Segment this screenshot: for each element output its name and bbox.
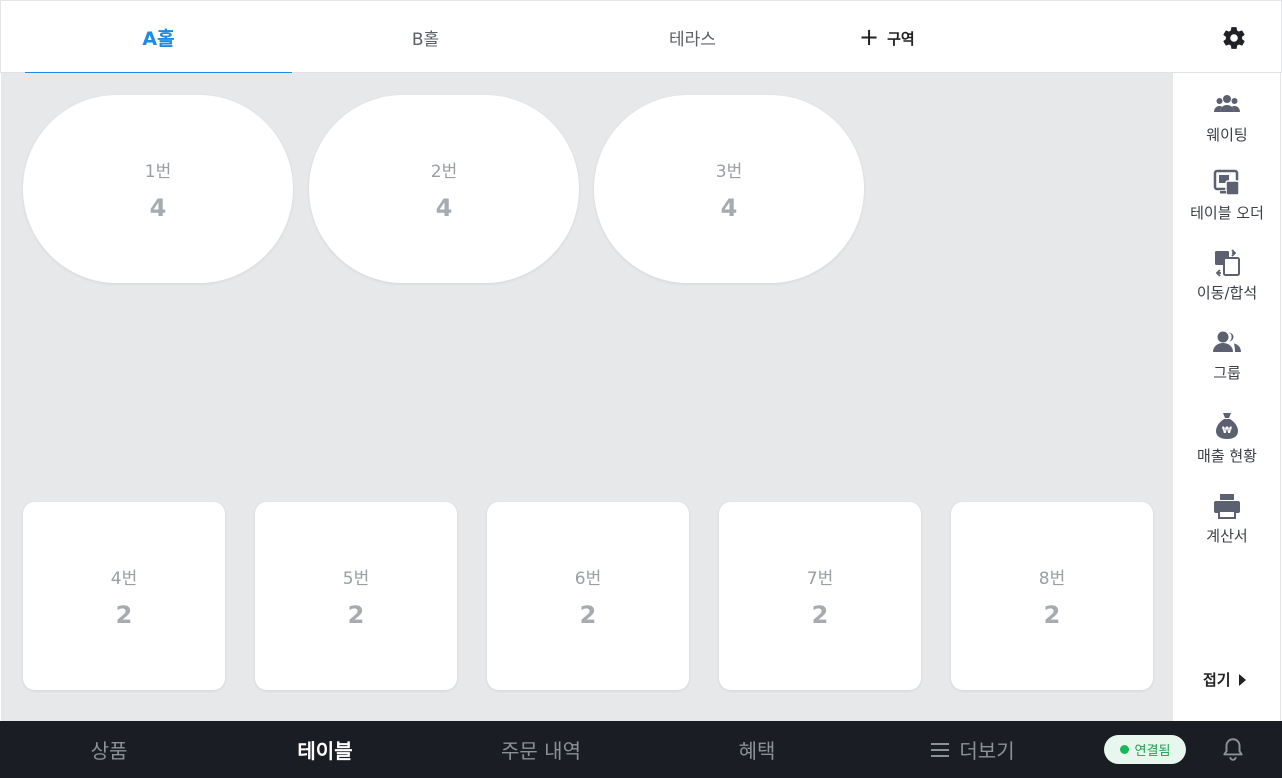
- table-seats: 4: [435, 193, 453, 222]
- table-2[interactable]: 2번 4: [309, 95, 579, 283]
- sidebar-item-sales[interactable]: ₩ 매출 현황: [1173, 411, 1281, 477]
- bottom-navigation: 상품 테이블 주문 내역 혜택 더보기 연결됨: [0, 721, 1282, 778]
- sidebar-item-waiting[interactable]: 웨이팅: [1173, 90, 1281, 156]
- table-seats: 4: [720, 193, 738, 222]
- table-4[interactable]: 4번 2: [23, 502, 225, 690]
- sidebar-item-group[interactable]: 그룹: [1173, 328, 1281, 394]
- tab-terrace[interactable]: 테라스: [559, 1, 826, 73]
- table-seats: 2: [347, 600, 365, 629]
- menu-icon: [931, 742, 950, 757]
- group-icon: [1213, 331, 1241, 352]
- collapse-label: 접기: [1203, 671, 1231, 689]
- sidebar-item-label: 매출 현황: [1197, 447, 1257, 465]
- people-icon: [1214, 95, 1240, 112]
- table-5[interactable]: 5번 2: [255, 502, 457, 690]
- table-order-icon: [1213, 169, 1240, 196]
- table-6[interactable]: 6번 2: [487, 502, 689, 690]
- printer-icon: [1214, 494, 1240, 519]
- money-bag-icon: ₩: [1216, 413, 1238, 439]
- add-zone-label: 구역: [887, 29, 915, 48]
- sidebar-item-label: 테이블 오더: [1190, 204, 1264, 222]
- table-name: 1번: [144, 161, 172, 182]
- table-3[interactable]: 3번 4: [594, 95, 864, 283]
- sidebar-item-label: 계산서: [1206, 527, 1248, 545]
- table-8[interactable]: 8번 2: [951, 502, 1153, 690]
- table-name: 2번: [430, 161, 458, 182]
- tab-b-hall[interactable]: B홀: [292, 1, 559, 73]
- sidebar-item-label: 이동/합석: [1196, 284, 1258, 302]
- gear-icon[interactable]: [1221, 25, 1247, 51]
- nav-more[interactable]: 더보기: [865, 721, 1081, 778]
- nav-benefits[interactable]: 혜택: [649, 721, 865, 778]
- sidebar-item-receipt[interactable]: 계산서: [1173, 491, 1281, 557]
- svg-text:₩: ₩: [1222, 426, 1232, 436]
- nav-order-history[interactable]: 주문 내역: [433, 721, 649, 778]
- bell-icon[interactable]: [1220, 736, 1246, 762]
- table-name: 7번: [806, 568, 834, 589]
- table-name: 5번: [342, 568, 370, 589]
- sidebar-item-label: 그룹: [1213, 364, 1241, 382]
- move-merge-icon: [1215, 249, 1240, 277]
- plus-icon: +: [859, 23, 880, 51]
- status-dot-icon: [1119, 745, 1129, 754]
- table-seats: 2: [115, 600, 133, 629]
- table-1[interactable]: 1번 4: [23, 95, 293, 283]
- nav-tables[interactable]: 테이블: [217, 721, 433, 778]
- table-7[interactable]: 7번 2: [719, 502, 921, 690]
- table-seats: 2: [579, 600, 597, 629]
- table-seats: 2: [811, 600, 829, 629]
- sidebar-item-table-order[interactable]: 테이블 오더: [1173, 168, 1281, 234]
- table-seats: 4: [149, 193, 167, 222]
- caret-right-icon: [1238, 673, 1246, 686]
- nav-products[interactable]: 상품: [1, 721, 217, 778]
- table-name: 4번: [110, 568, 138, 589]
- tab-a-hall[interactable]: A홀: [25, 1, 292, 74]
- sidebar-item-label: 웨이팅: [1206, 126, 1248, 144]
- table-name: 6번: [574, 568, 602, 589]
- table-name: 3번: [715, 161, 743, 182]
- add-zone-button[interactable]: + 구역: [859, 23, 915, 53]
- collapse-sidebar-button[interactable]: 접기: [1203, 669, 1246, 690]
- sidebar-item-move-merge[interactable]: 이동/합석: [1173, 248, 1281, 314]
- table-name: 8번: [1038, 568, 1066, 589]
- right-sidebar: 웨이팅 테이블 오더 이동/합석 그룹 ₩ 매출 현황 계산서 접기: [1173, 73, 1281, 721]
- connection-status-badge: 연결됨: [1104, 735, 1186, 764]
- connection-status-text: 연결됨: [1134, 744, 1171, 759]
- table-seats: 2: [1043, 600, 1061, 629]
- floor-plan: 1번 4 2번 4 3번 4 4번 2 5번 2 6번 2 7번 2 8번 2: [1, 73, 1173, 721]
- nav-more-label: 더보기: [959, 739, 1015, 763]
- zone-tab-bar: A홀 B홀 테라스 + 구역: [0, 0, 1282, 74]
